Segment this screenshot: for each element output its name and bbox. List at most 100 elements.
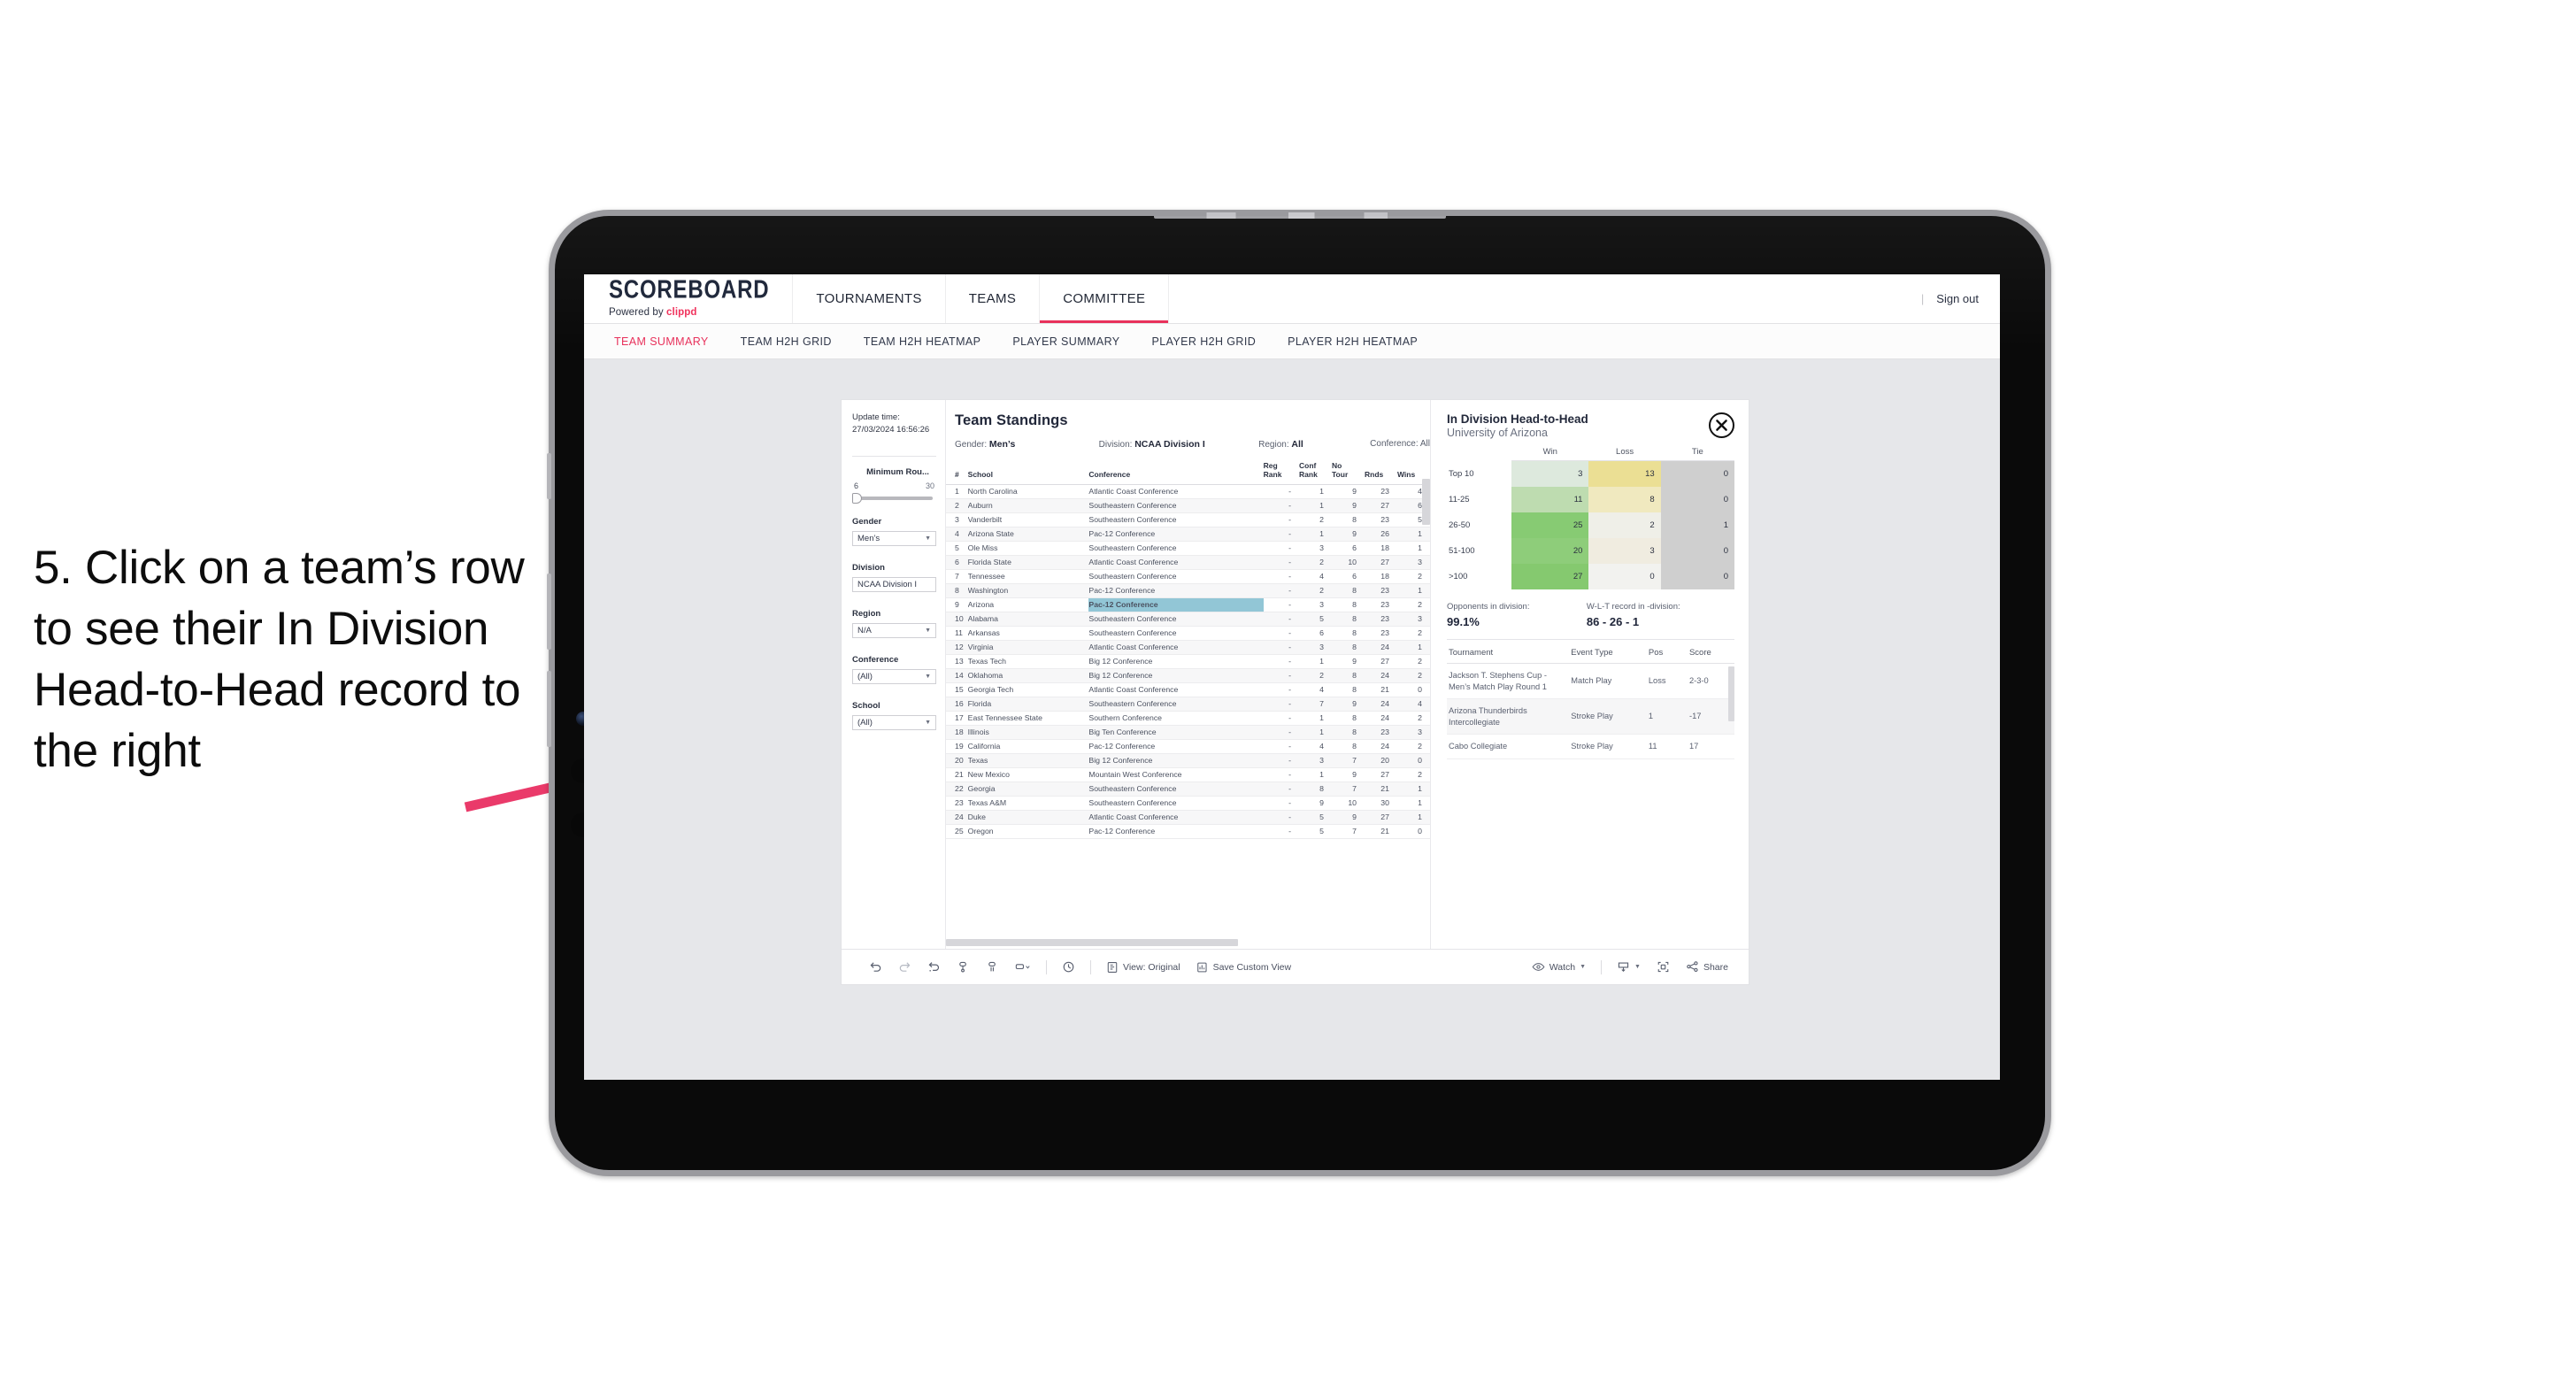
refresh-data-button[interactable] xyxy=(949,960,978,974)
cell-wins: 3 xyxy=(1396,555,1430,570)
table-row[interactable]: 2 Auburn Southeastern Conference -1 9 27 6 xyxy=(946,498,1430,513)
table-row[interactable]: 5 Ole Miss Southeastern Conference -3 6 18 1 xyxy=(946,541,1430,556)
cell-school: California xyxy=(967,739,1089,754)
table-row[interactable]: 16 Florida Southeastern Conference -7 9 24 4 xyxy=(946,697,1430,712)
table-row[interactable]: 17 East Tennessee State Southern Conferenc… xyxy=(946,711,1430,726)
table-row[interactable]: 1 North Carolina Atlantic Coast Conference… xyxy=(946,484,1430,499)
table-row[interactable]: 15 Georgia Tech Atlantic Coast Conference -… xyxy=(946,682,1430,697)
table-row[interactable]: 9 Arizona Pac-12 Conference -3 8 23 2 xyxy=(946,597,1430,612)
cell-rank: 17 xyxy=(946,711,968,726)
download-button[interactable]: ▼ xyxy=(1609,960,1649,974)
minimum-rounds-slider-handle[interactable] xyxy=(852,492,862,504)
sign-out-link[interactable]: Sign out xyxy=(1936,292,1979,305)
conference-select[interactable]: (All) ▼ xyxy=(852,668,936,684)
cell-conference: Southern Conference xyxy=(1088,711,1264,726)
col-rnds[interactable]: Rnds xyxy=(1364,459,1397,485)
standings-horizontal-scrollbar[interactable] xyxy=(946,939,1238,946)
cell-conference: Southeastern Conference xyxy=(1088,782,1264,797)
conference-label: Conference xyxy=(852,654,899,665)
chevron-down-icon: ▼ xyxy=(925,627,931,634)
table-row[interactable]: 14 Oklahoma Big 12 Conference -2 8 24 2 xyxy=(946,668,1430,683)
table-row[interactable]: 11 Arkansas Southeastern Conference -6 8 23 2 xyxy=(946,626,1430,641)
h2h-cell-win: 3 xyxy=(1511,460,1589,487)
tab-team-h2h-grid[interactable]: TEAM H2H GRID xyxy=(725,335,848,348)
h2h-cell-win: 25 xyxy=(1511,512,1589,538)
table-row[interactable]: 3 Vanderbilt Southeastern Conference -2 8 23 5 xyxy=(946,512,1430,527)
list-item[interactable]: Arizona Thunderbirds Intercollegiate Stro… xyxy=(1447,698,1734,735)
table-row[interactable]: 20 Texas Big 12 Conference -3 7 20 0 xyxy=(946,753,1430,768)
table-row[interactable]: 24 Duke Atlantic Coast Conference -5 9 27 1 xyxy=(946,810,1430,825)
tab-team-summary[interactable]: TEAM SUMMARY xyxy=(598,335,725,348)
standings-table-wrapper: # School Conference Reg Rank Conf Rank No T… xyxy=(946,459,1430,937)
nav-item-committee[interactable]: COMMITTEE xyxy=(1040,274,1170,323)
share-button[interactable]: Share xyxy=(1678,960,1736,974)
watch-button[interactable]: Watch ▼ xyxy=(1524,961,1594,973)
table-row[interactable]: 23 Texas A&M Southeastern Conference -9 10 30… xyxy=(946,796,1430,811)
col-rank[interactable]: # xyxy=(946,459,968,485)
list-item[interactable]: Cabo Collegiate Stroke Play 11 17 xyxy=(1447,734,1734,759)
cell-rank: 7 xyxy=(946,569,968,584)
view-shape-dropdown[interactable] xyxy=(1007,960,1039,974)
division-select[interactable]: NCAA Division I xyxy=(852,576,936,592)
col-reg-rank[interactable]: Reg Rank xyxy=(1263,459,1300,485)
school-select[interactable]: (All) ▼ xyxy=(852,714,936,730)
col-pos[interactable]: Pos xyxy=(1646,643,1688,664)
table-row[interactable]: 10 Alabama Southeastern Conference -5 8 23 3 xyxy=(946,612,1430,627)
cell-conf-rank: 1 xyxy=(1299,498,1332,513)
table-row[interactable]: 6 Florida State Atlantic Coast Conference -… xyxy=(946,555,1430,570)
gender-select[interactable]: Men’s ▼ xyxy=(852,530,936,546)
tournaments-vertical-scrollbar[interactable] xyxy=(1728,666,1734,721)
minimum-rounds-slider[interactable] xyxy=(852,492,933,504)
view-original-button[interactable]: View: Original xyxy=(1098,961,1188,974)
table-row[interactable]: 8 Washington Pac-12 Conference -2 8 23 1 xyxy=(946,583,1430,598)
redo-button[interactable] xyxy=(890,960,919,974)
cell-score: 17 xyxy=(1687,734,1734,759)
tab-player-summary[interactable]: PLAYER SUMMARY xyxy=(996,335,1135,348)
col-no-tour[interactable]: No Tour xyxy=(1332,459,1365,485)
col-school[interactable]: School xyxy=(967,459,1089,485)
cell-rank: 11 xyxy=(946,626,968,641)
brand-logo[interactable]: SCOREBOARD Powered by clippd xyxy=(584,274,794,323)
table-row[interactable]: 19 California Pac-12 Conference -4 8 24 2 xyxy=(946,739,1430,754)
pause-updates-button[interactable] xyxy=(978,960,1007,974)
cell-wins: 3 xyxy=(1396,612,1430,627)
col-score[interactable]: Score xyxy=(1687,643,1734,664)
table-row[interactable]: 25 Oregon Pac-12 Conference -5 7 21 0 xyxy=(946,824,1430,839)
table-row[interactable]: 22 Georgia Southeastern Conference -8 7 21 1 xyxy=(946,782,1430,797)
standings-vertical-scrollbar[interactable] xyxy=(1422,479,1430,525)
revert-button[interactable] xyxy=(919,960,949,974)
col-event-type[interactable]: Event Type xyxy=(1569,643,1647,664)
fullscreen-button[interactable] xyxy=(1649,960,1678,974)
cell-rank: 19 xyxy=(946,739,968,754)
col-conf-rank[interactable]: Conf Rank xyxy=(1299,459,1332,485)
save-custom-view-button[interactable]: Save Custom View xyxy=(1188,961,1300,974)
table-row[interactable]: 13 Texas Tech Big 12 Conference -1 9 27 2 xyxy=(946,654,1430,669)
watch-label: Watch xyxy=(1549,961,1576,973)
tab-team-h2h-heatmap[interactable]: TEAM H2H HEATMAP xyxy=(848,335,997,348)
list-item[interactable]: Jackson T. Stephens Cup - Men’s Match Pl… xyxy=(1447,663,1734,700)
cell-school: Florida xyxy=(967,697,1089,712)
standings-table: # School Conference Reg Rank Conf Rank No T… xyxy=(946,459,1430,839)
cell-conf-rank: 2 xyxy=(1299,668,1332,683)
cell-conf-rank: 6 xyxy=(1299,626,1332,641)
school-label: School xyxy=(852,700,880,711)
table-row[interactable]: 18 Illinois Big Ten Conference -1 8 23 3 xyxy=(946,725,1430,740)
cell-reg-rank: - xyxy=(1263,569,1300,584)
cell-no-tour: 9 xyxy=(1332,484,1365,499)
close-icon[interactable] xyxy=(1709,412,1734,438)
table-row[interactable]: 7 Tennessee Southeastern Conference -4 6 18 2 xyxy=(946,569,1430,584)
cell-rnds: 23 xyxy=(1364,626,1397,641)
history-button[interactable] xyxy=(1054,960,1083,974)
col-tournament[interactable]: Tournament xyxy=(1447,643,1570,664)
region-select[interactable]: N/A ▼ xyxy=(852,622,936,638)
table-row[interactable]: 21 New Mexico Mountain West Conference -1 9 2… xyxy=(946,767,1430,782)
undo-button[interactable] xyxy=(861,960,890,974)
tab-player-h2h-heatmap[interactable]: PLAYER H2H HEATMAP xyxy=(1272,335,1434,348)
nav-item-teams[interactable]: TEAMS xyxy=(946,274,1041,323)
table-row[interactable]: 4 Arizona State Pac-12 Conference -1 9 26 1 xyxy=(946,527,1430,542)
in-division-head-to-head-panel: In Division Head-to-Head University of A… xyxy=(1430,400,1749,949)
table-row[interactable]: 12 Virginia Atlantic Coast Conference -3 8 24… xyxy=(946,640,1430,655)
tab-player-h2h-grid[interactable]: PLAYER H2H GRID xyxy=(1136,335,1273,348)
nav-item-tournaments[interactable]: TOURNAMENTS xyxy=(793,274,946,323)
col-conference[interactable]: Conference xyxy=(1088,459,1264,485)
